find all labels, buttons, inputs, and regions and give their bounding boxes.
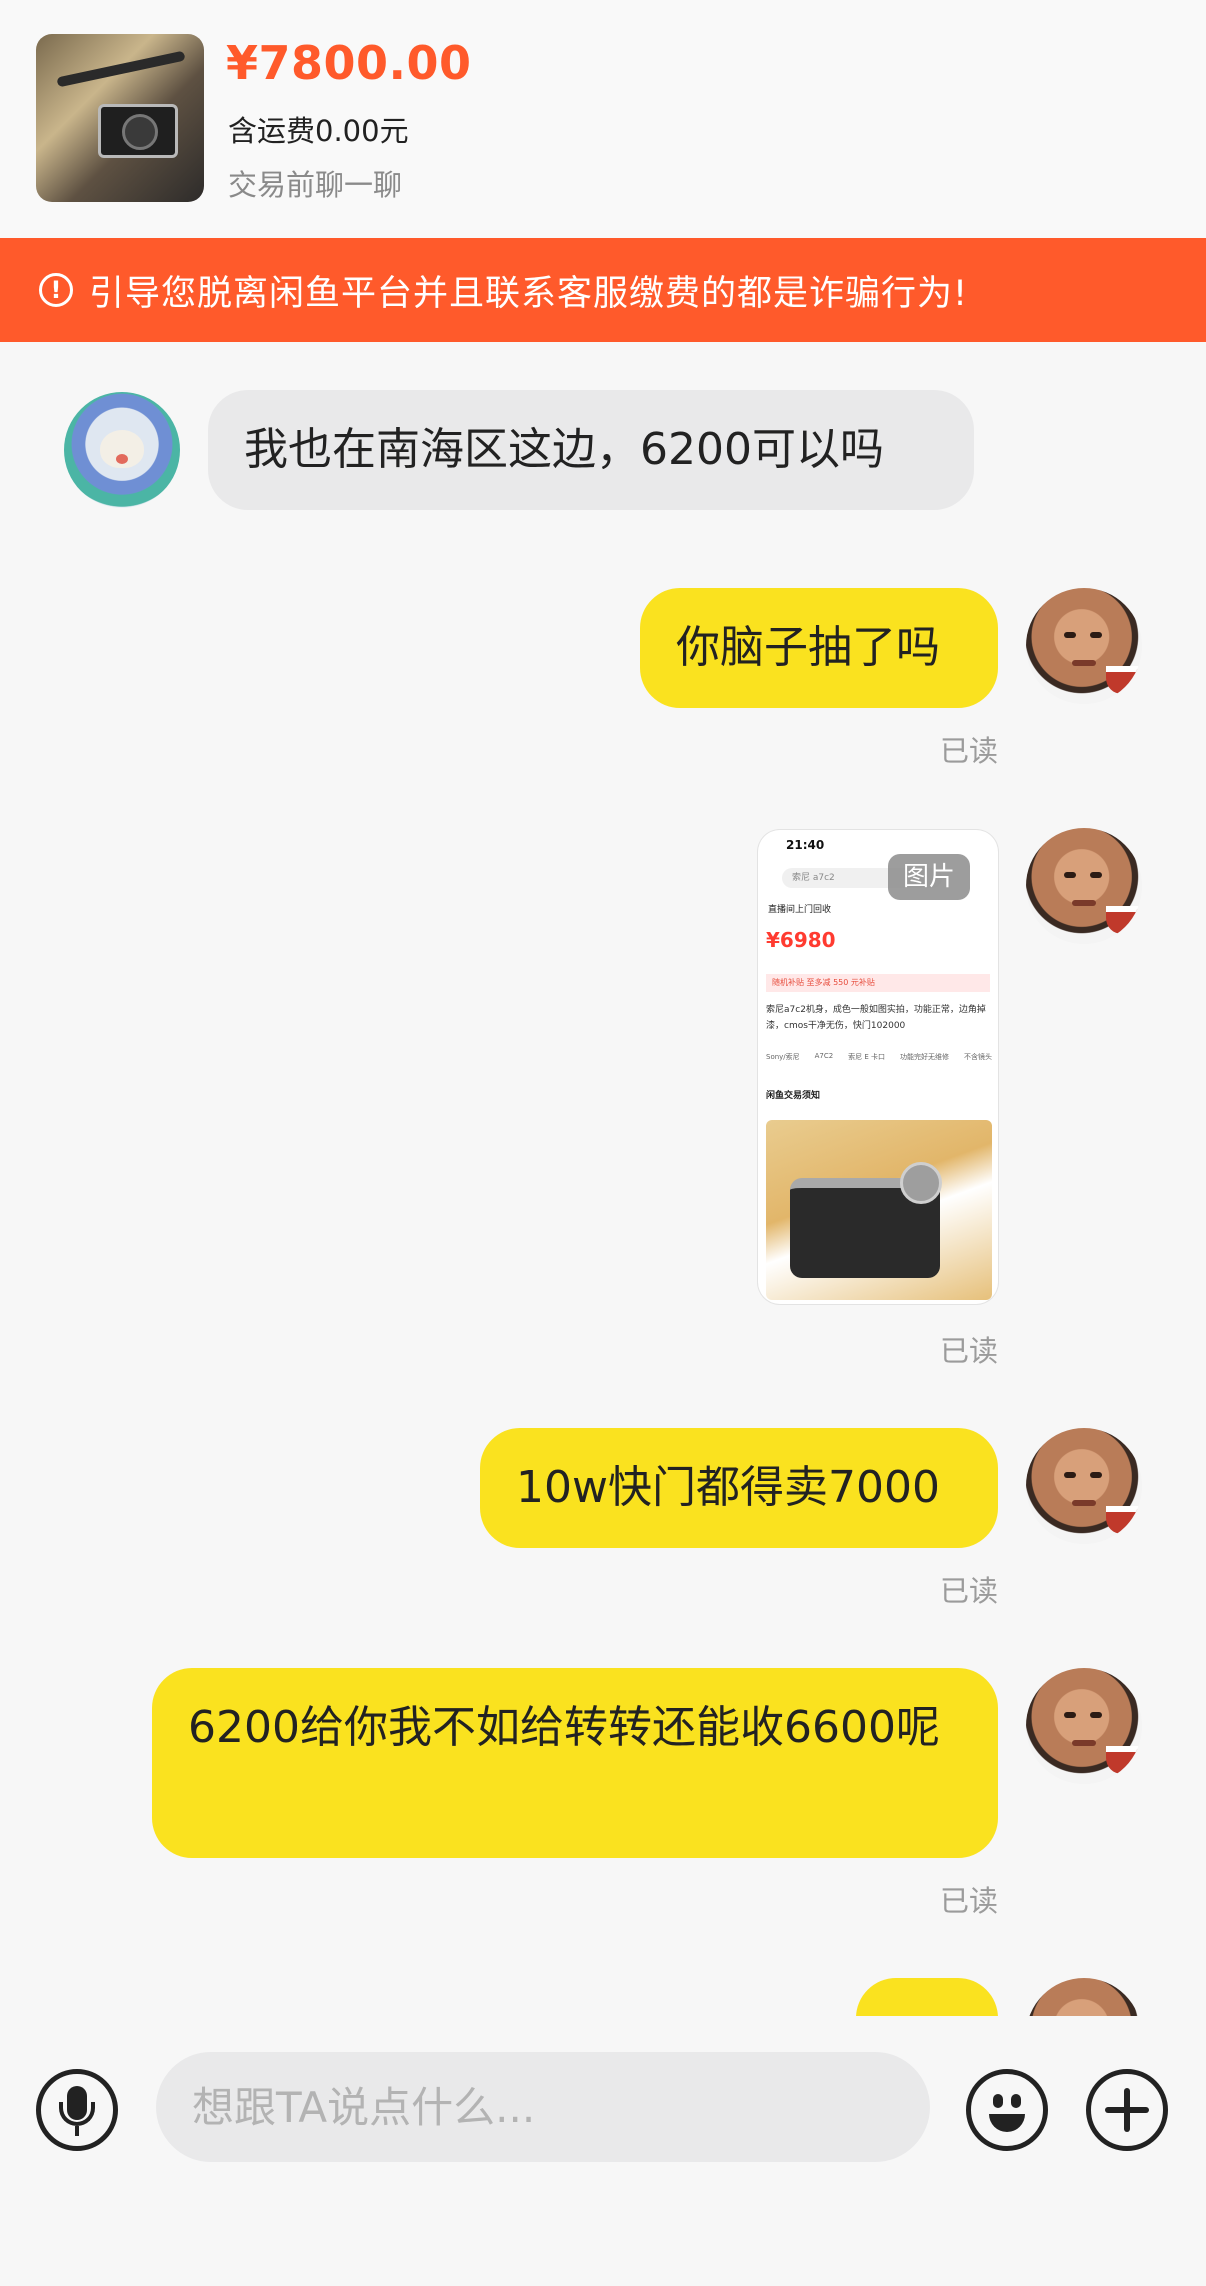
emoji-mouth [989, 2114, 1025, 2132]
message-bubble-outgoing[interactable]: 6200给你我不如给转转还能收6600呢 [152, 1668, 998, 1858]
input-bar [0, 2016, 1206, 2286]
avatar-mouth [1072, 1500, 1096, 1506]
avatar-eye [1090, 872, 1102, 878]
screenshot-seller: 直播间上门回收 [768, 905, 832, 915]
my-avatar[interactable] [1026, 1668, 1142, 1784]
image-message[interactable]: 21:40 索尼 a7c2 图片 直播间上门回收 ¥6980 随机补贴 至多减 … [758, 830, 998, 1304]
screenshot-promo: 随机补贴 至多减 550 元补贴 [766, 974, 990, 992]
screenshot-status-time: 21:40 [786, 838, 825, 852]
alert-circle-icon: ! [39, 273, 73, 307]
microphone-icon[interactable] [36, 2069, 118, 2151]
camera-dial [900, 1162, 942, 1204]
spec-lens: 不含镜头 [963, 1053, 992, 1061]
plus-icon[interactable] [1086, 2069, 1168, 2151]
screenshot-price: ¥6980 [766, 928, 836, 952]
emoji-icon[interactable] [966, 2069, 1048, 2151]
avatar-eye [1090, 1472, 1102, 1478]
thumbnail-lens [122, 114, 158, 150]
avatar-cup [1106, 1746, 1140, 1774]
avatar-eye [1064, 632, 1076, 638]
message-bubble-incoming[interactable]: 我也在南海区这边，6200可以吗 [208, 390, 974, 510]
message-bubble-outgoing-partial[interactable] [856, 1978, 998, 2016]
warning-text: 引导您脱离闲鱼平台并且联系客服缴费的都是诈骗行为! [89, 273, 969, 314]
my-avatar[interactable] [1026, 1428, 1142, 1544]
screenshot-specs: Sony/索尼 A7C2 索尼 E 卡口 功能完好无维修 不含镜头 [766, 1052, 992, 1062]
avatar-eye [1064, 872, 1076, 878]
my-avatar[interactable] [1026, 588, 1142, 704]
spec-condition: 功能完好无维修 [900, 1053, 949, 1061]
thumbnail-strap [56, 50, 186, 88]
emoji-eye [1011, 2094, 1021, 2108]
fraud-warning-banner: ! 引导您脱离闲鱼平台并且联系客服缴费的都是诈骗行为! [0, 238, 1206, 342]
avatar-mouth [1072, 900, 1096, 906]
image-tag: 图片 [888, 854, 970, 900]
spec-brand: Sony/索尼 [766, 1053, 800, 1061]
avatar-cup [1106, 906, 1140, 934]
product-thumbnail[interactable] [36, 34, 204, 202]
avatar-mouth [1072, 1740, 1096, 1746]
emoji-eye [993, 2094, 1003, 2108]
read-status: 已读 [939, 1574, 998, 1608]
mic-arc [59, 2102, 95, 2126]
plus-vertical [1124, 2088, 1130, 2132]
screenshot-camera-photo [766, 1120, 992, 1300]
avatar-cup [1106, 666, 1140, 694]
read-status: 已读 [939, 1884, 998, 1918]
screenshot-description: 索尼a7c2机身，成色一般如图实拍，功能正常，边角掉漆，cmos干净无伤，快门1… [766, 1005, 986, 1031]
avatar-eye [1090, 1712, 1102, 1718]
screenshot-notice: 闲鱼交易须知 [766, 1091, 821, 1101]
read-status: 已读 [939, 734, 998, 768]
spec-mount: 索尼 E 卡口 [848, 1053, 886, 1061]
message-input[interactable] [156, 2052, 930, 2162]
my-avatar-partial[interactable] [1026, 1978, 1142, 2016]
avatar-eye [1090, 632, 1102, 638]
next-message-peek [0, 1978, 1206, 2016]
spec-model: A7C2 [814, 1052, 834, 1060]
mic-stem [75, 2126, 79, 2136]
avatar-eye [1064, 1472, 1076, 1478]
avatar-mouth [116, 454, 128, 464]
product-price: ¥7800.00 [226, 36, 472, 90]
product-header: ¥7800.00 含运费0.00元 交易前聊一聊 [0, 0, 1206, 238]
message-bubble-outgoing[interactable]: 你脑子抽了吗 [640, 588, 998, 708]
avatar-mouth [1072, 660, 1096, 666]
avatar-eye [1064, 1712, 1076, 1718]
my-avatar[interactable] [1026, 828, 1142, 944]
read-status: 已读 [939, 1334, 998, 1368]
message-bubble-outgoing[interactable]: 10w快门都得卖7000 [480, 1428, 998, 1548]
product-chat-tip: 交易前聊一聊 [228, 168, 403, 202]
product-shipping: 含运费0.00元 [228, 114, 409, 148]
avatar-cup [1106, 1506, 1140, 1534]
other-avatar[interactable] [64, 392, 180, 508]
